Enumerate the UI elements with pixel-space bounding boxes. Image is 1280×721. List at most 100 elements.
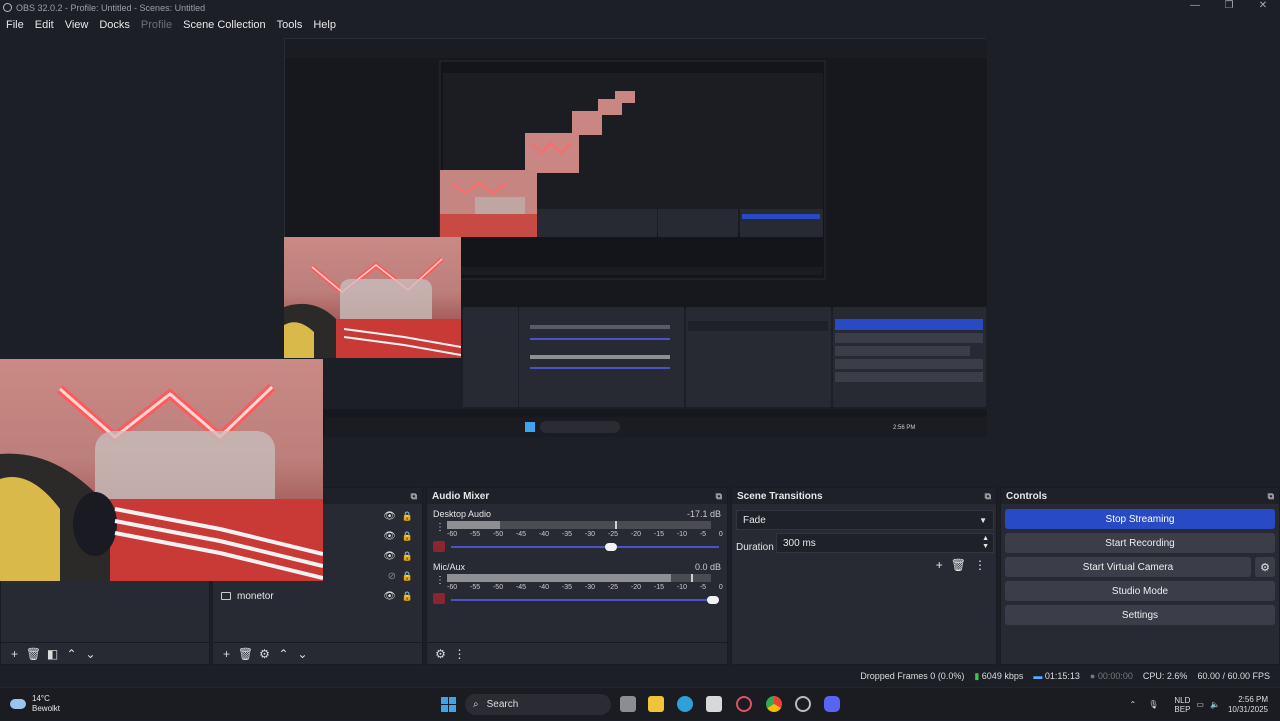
clock[interactable]: 2:56 PM 10/31/2025 bbox=[1228, 695, 1268, 715]
stepper-icon[interactable]: ▲ ▼ bbox=[982, 535, 989, 551]
lock-icon[interactable]: 🔒 bbox=[402, 591, 413, 602]
add-transition-icon[interactable]: + bbox=[936, 558, 943, 572]
remove-source-icon[interactable]: 🗑 bbox=[236, 647, 255, 661]
dock-options-icon[interactable]: ⧉ bbox=[716, 491, 722, 502]
mute-toggle[interactable] bbox=[433, 541, 445, 552]
menu-profile[interactable]: Profile bbox=[141, 19, 172, 31]
opera-icon[interactable] bbox=[736, 696, 752, 712]
hidden-eye-icon[interactable]: ⊘ bbox=[388, 571, 396, 582]
controls-panel: Controls ⧉ Stop Streaming Start Recordin… bbox=[1000, 487, 1280, 665]
dock-options-icon[interactable]: ⧉ bbox=[1268, 491, 1274, 502]
menu-tools[interactable]: Tools bbox=[277, 19, 303, 31]
lock-icon[interactable]: 🔒 bbox=[402, 531, 413, 542]
system-tray: ⌃ 🎙 NLD BEP ▭ 🔈 2:56 PM 10/31/2025 bbox=[1130, 688, 1280, 721]
source-properties-icon[interactable]: ⚙ bbox=[255, 647, 274, 661]
mixer-menu-icon[interactable]: ⋮ bbox=[450, 647, 469, 661]
chrome-icon[interactable] bbox=[766, 696, 782, 712]
mute-toggle[interactable] bbox=[433, 593, 445, 604]
source-row-monetor[interactable]: monetor 👁 🔒 bbox=[213, 586, 422, 606]
obs-taskbar-icon[interactable] bbox=[795, 696, 811, 712]
visibility-eye-icon[interactable]: 👁 bbox=[383, 551, 396, 562]
cloud-icon bbox=[10, 699, 26, 709]
visibility-eye-icon[interactable]: 👁 bbox=[383, 531, 396, 542]
lock-icon[interactable]: 🔒 bbox=[402, 571, 413, 582]
move-up-icon[interactable]: ⌃ bbox=[62, 647, 81, 661]
store-icon[interactable] bbox=[706, 696, 722, 712]
transition-menu-icon[interactable]: ⋮ bbox=[974, 558, 986, 572]
remove-scene-icon[interactable]: 🗑 bbox=[24, 647, 43, 661]
dock-options-icon[interactable]: ⧉ bbox=[985, 491, 991, 502]
menu-scene-collection[interactable]: Scene Collection bbox=[183, 19, 266, 31]
add-scene-icon[interactable]: + bbox=[5, 647, 24, 661]
slider-knob[interactable] bbox=[604, 543, 617, 551]
weather-widget[interactable]: 14°C Bewolkt bbox=[10, 694, 60, 714]
tray-overflow-icon[interactable]: ⌃ bbox=[1130, 700, 1137, 709]
minimize-button[interactable]: — bbox=[1178, 0, 1212, 11]
meter-fill bbox=[447, 574, 672, 582]
meter-tick-label: -20 bbox=[630, 531, 641, 538]
move-down-icon[interactable]: ⌄ bbox=[293, 647, 312, 661]
windows-start-icon[interactable] bbox=[441, 697, 456, 712]
clock-time: 2:56 PM bbox=[1238, 694, 1268, 704]
advanced-audio-icon[interactable]: ⚙ bbox=[431, 647, 450, 661]
meter-tick-label: -30 bbox=[584, 584, 596, 591]
menu-help[interactable]: Help bbox=[313, 19, 336, 31]
signal-bars-icon: ▮ bbox=[974, 670, 980, 681]
start-recording-button[interactable]: Start Recording bbox=[1005, 533, 1275, 553]
file-explorer-icon[interactable] bbox=[648, 696, 664, 712]
channel-name: Mic/Aux bbox=[433, 562, 466, 572]
edge-browser-icon[interactable] bbox=[677, 696, 693, 712]
channel-menu-icon[interactable]: ⋮ bbox=[435, 522, 445, 533]
volume-slider[interactable] bbox=[451, 596, 719, 604]
meter-peak bbox=[691, 574, 693, 582]
scene-filters-icon[interactable]: ◧ bbox=[43, 647, 62, 661]
task-view-icon[interactable] bbox=[620, 696, 636, 712]
remove-transition-icon[interactable]: 🗑 bbox=[951, 558, 966, 572]
lock-icon[interactable]: 🔒 bbox=[402, 511, 413, 522]
status-bar: Dropped Frames 0 (0.0%) ▮ 6049 kbps ▬ 01… bbox=[0, 665, 1280, 687]
language-indicator[interactable]: NLD BEP bbox=[1174, 696, 1190, 714]
visibility-eye-icon[interactable]: 👁 bbox=[383, 511, 396, 522]
meter-tick-label: -55 bbox=[469, 531, 481, 538]
nested-clock: 2:56 PM bbox=[893, 425, 916, 431]
virtual-camera-settings-icon[interactable]: ⚙ bbox=[1255, 557, 1275, 577]
meter-tick-label: -30 bbox=[584, 531, 596, 538]
transition-select[interactable]: Fade ▼ bbox=[736, 510, 994, 530]
menu-edit[interactable]: Edit bbox=[35, 19, 54, 31]
meter-tick-label: -10 bbox=[676, 531, 687, 538]
duration-input[interactable]: 300 ms ▲ ▼ bbox=[776, 533, 994, 553]
close-button[interactable]: ✕ bbox=[1246, 0, 1280, 11]
meter-tick-label: -45 bbox=[515, 531, 527, 538]
move-down-icon[interactable]: ⌄ bbox=[81, 647, 100, 661]
taskbar-search[interactable]: ⌕ Search bbox=[465, 694, 611, 715]
meter-tick-label: 0 bbox=[718, 531, 723, 538]
mixer-title: Audio Mixer bbox=[432, 490, 490, 502]
studio-mode-button[interactable]: Studio Mode bbox=[1005, 581, 1275, 601]
network-icon[interactable]: ▭ bbox=[1196, 700, 1204, 709]
stop-streaming-button[interactable]: Stop Streaming bbox=[1005, 509, 1275, 529]
volume-slider[interactable] bbox=[451, 543, 719, 551]
volume-icon[interactable]: 🔈 bbox=[1210, 700, 1220, 709]
temperature: 14°C bbox=[32, 694, 50, 703]
visibility-eye-icon[interactable]: 👁 bbox=[383, 591, 396, 602]
keyboard-layout: BEP bbox=[1174, 704, 1191, 714]
menu-view[interactable]: View bbox=[65, 19, 89, 31]
menu-file[interactable]: File bbox=[6, 19, 24, 31]
meter-tick-label: -10 bbox=[676, 584, 687, 591]
maximize-button[interactable]: ❐ bbox=[1212, 0, 1246, 11]
move-up-icon[interactable]: ⌃ bbox=[274, 647, 293, 661]
settings-button[interactable]: Settings bbox=[1005, 605, 1275, 625]
scene-transitions-panel: Scene Transitions ⧉ Fade ▼ Duration 300 … bbox=[731, 487, 997, 665]
lock-icon[interactable]: 🔒 bbox=[402, 551, 413, 562]
slider-knob[interactable] bbox=[707, 596, 719, 604]
discord-icon[interactable] bbox=[824, 696, 840, 712]
microphone-icon[interactable]: 🎙 bbox=[1148, 700, 1158, 709]
channel-menu-icon[interactable]: ⋮ bbox=[435, 575, 445, 586]
start-virtual-camera-button[interactable]: Start Virtual Camera bbox=[1005, 557, 1251, 577]
controls-title: Controls bbox=[1006, 490, 1048, 502]
dock-options-icon[interactable]: ⧉ bbox=[411, 491, 417, 502]
mixer-header: Audio Mixer ⧉ bbox=[427, 488, 727, 504]
sources-toolbar: + 🗑 ⚙ ⌃ ⌄ bbox=[213, 642, 422, 664]
menu-docks[interactable]: Docks bbox=[99, 19, 130, 31]
add-source-icon[interactable]: + bbox=[217, 647, 236, 661]
